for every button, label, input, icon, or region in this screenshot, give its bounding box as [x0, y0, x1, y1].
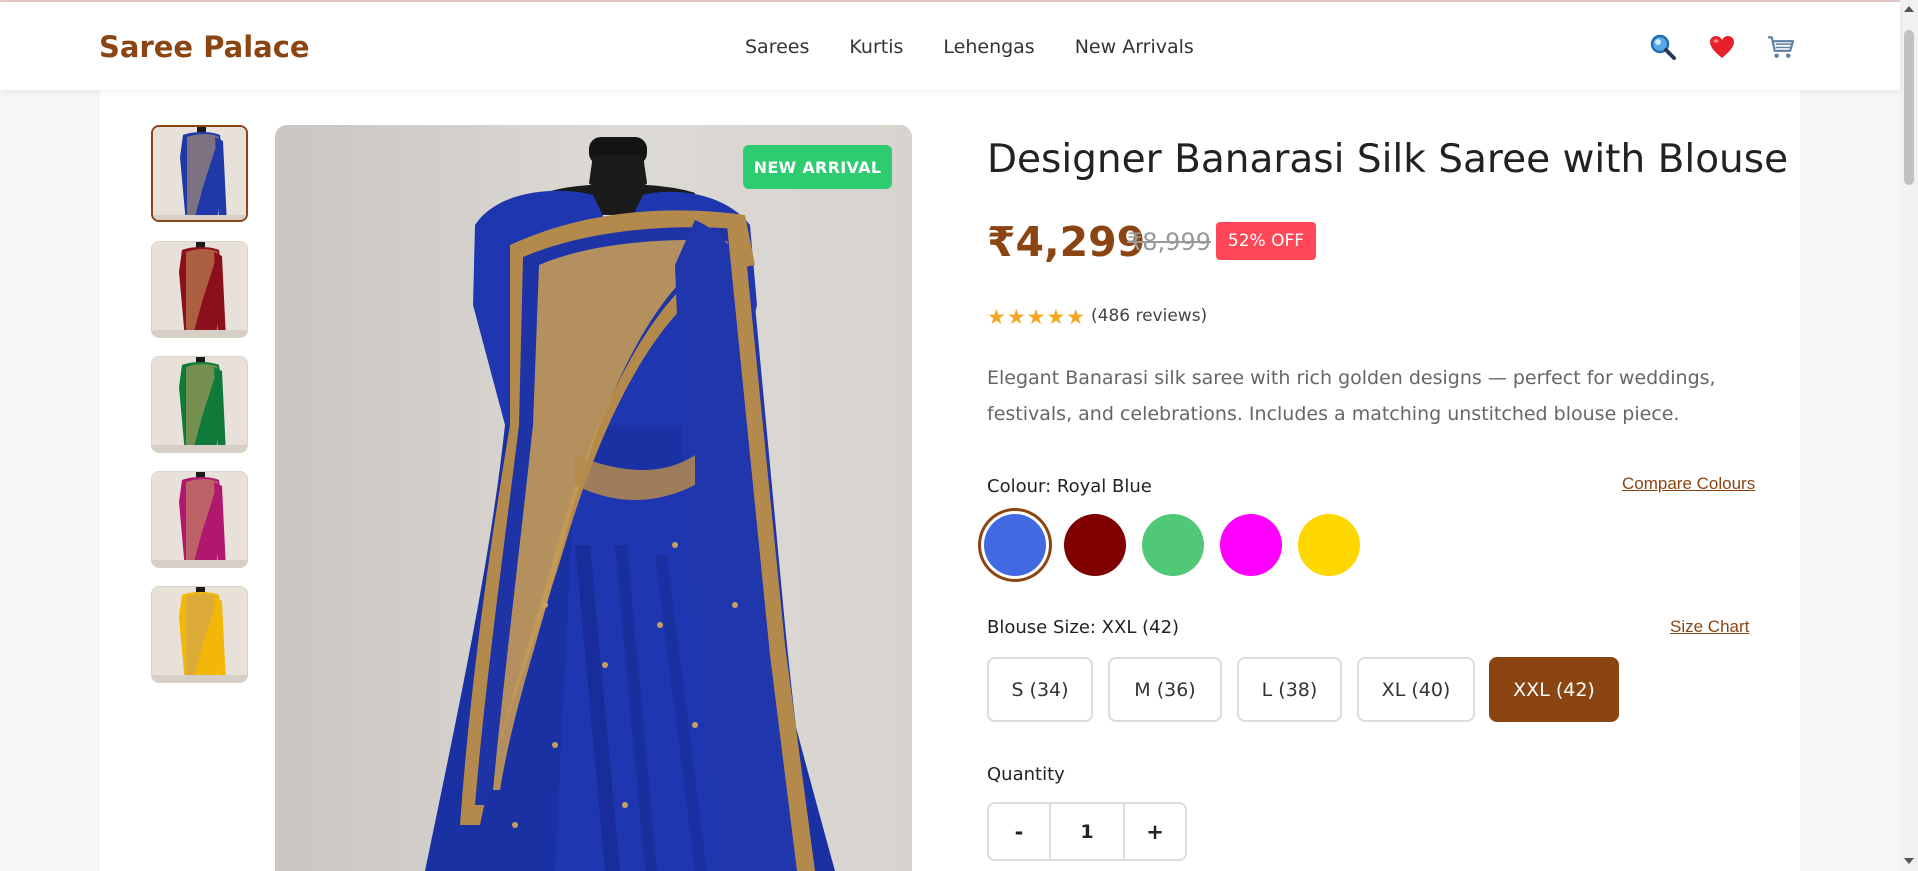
colour-swatch-4[interactable]	[1220, 514, 1282, 576]
quantity-label: Quantity	[987, 764, 1065, 785]
site-header: Saree Palace Sarees Kurtis Lehengas New …	[0, 2, 1900, 90]
heart-icon[interactable]	[1707, 32, 1736, 61]
nav-new-arrivals[interactable]: New Arrivals	[1075, 36, 1194, 58]
quantity-increase-button[interactable]: +	[1125, 804, 1185, 859]
scroll-up-arrow-icon[interactable]	[1904, 6, 1914, 12]
size-chart-link[interactable]: Size Chart	[1670, 617, 1749, 637]
main-nav: Sarees Kurtis Lehengas New Arrivals	[745, 36, 1194, 58]
colour-label: Colour: Royal Blue	[987, 476, 1152, 497]
new-arrival-badge: NEW ARRIVAL	[743, 145, 892, 189]
main-product-image[interactable]	[275, 125, 912, 871]
size-option-m[interactable]: M (36)	[1108, 657, 1222, 722]
size-option-l[interactable]: L (38)	[1237, 657, 1342, 722]
thumbnail-5[interactable]	[151, 586, 248, 683]
product-description: Elegant Banarasi silk saree with rich go…	[987, 367, 1716, 425]
colour-swatch-3[interactable]	[1142, 514, 1204, 576]
nav-sarees[interactable]: Sarees	[745, 36, 809, 58]
nav-lehengas[interactable]: Lehengas	[943, 36, 1034, 58]
thumbnail-2[interactable]	[151, 241, 248, 338]
nav-kurtis[interactable]: Kurtis	[849, 36, 903, 58]
quantity-stepper: - 1 +	[987, 802, 1187, 861]
compare-colours-link[interactable]: Compare Colours	[1622, 474, 1755, 494]
thumbnail-1[interactable]	[151, 125, 248, 222]
scroll-down-arrow-icon[interactable]	[1904, 858, 1914, 864]
scrollbar-thumb[interactable]	[1904, 30, 1914, 185]
header-actions	[1648, 32, 1795, 61]
size-option-xxl[interactable]: XXL (42)	[1489, 657, 1619, 722]
colour-swatch-1[interactable]	[984, 514, 1046, 576]
blouse-size-label: Blouse Size: XXL (42)	[987, 617, 1180, 638]
quantity-decrease-button[interactable]: -	[989, 804, 1049, 859]
quantity-value[interactable]: 1	[1049, 804, 1125, 859]
cart-icon[interactable]	[1766, 32, 1795, 61]
product-title: Designer Banarasi Silk Saree with Blouse	[987, 137, 1789, 182]
rating-stars: ★★★★★	[987, 305, 1087, 329]
discount-badge: 52% OFF	[1216, 222, 1316, 260]
page-scrollbar[interactable]	[1900, 0, 1918, 871]
original-price: ₹8,999	[1127, 228, 1211, 256]
colour-swatch-5[interactable]	[1298, 514, 1360, 576]
size-option-s[interactable]: S (34)	[987, 657, 1093, 722]
thumbnail-4[interactable]	[151, 471, 248, 568]
size-option-xl[interactable]: XL (40)	[1357, 657, 1475, 722]
colour-swatch-2[interactable]	[1064, 514, 1126, 576]
search-icon[interactable]	[1648, 32, 1677, 61]
thumbnail-3[interactable]	[151, 356, 248, 453]
review-count[interactable]: (486 reviews)	[1091, 306, 1207, 326]
sale-price: ₹4,299	[987, 218, 1146, 266]
brand-logo[interactable]: Saree Palace	[99, 30, 310, 64]
